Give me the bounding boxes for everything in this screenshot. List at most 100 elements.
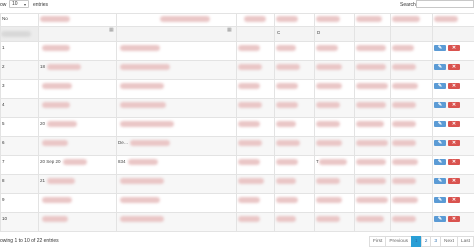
column-header-debit[interactable] bbox=[314, 13, 355, 27]
pagination: First Previous 1 2 3 Next Last bbox=[369, 236, 474, 248]
cell-debit bbox=[314, 60, 355, 80]
edit-button[interactable]: ✎ bbox=[434, 159, 446, 165]
cell-no: 9 bbox=[0, 193, 39, 213]
table-row[interactable]: 6 De… ✎ ✕ bbox=[0, 136, 474, 156]
table-row[interactable]: 10 ✎ ✕ bbox=[0, 212, 474, 232]
cell-no: 1 bbox=[0, 41, 39, 61]
edit-button[interactable]: ✎ bbox=[434, 121, 446, 127]
close-icon: ✕ bbox=[451, 158, 457, 165]
table-row[interactable]: 8 21 ✎ ✕ bbox=[0, 174, 474, 194]
delete-button[interactable]: ✕ bbox=[448, 197, 460, 203]
column-header-no[interactable]: No bbox=[0, 13, 39, 27]
filter-cell-amount[interactable] bbox=[236, 26, 275, 42]
cell-amount bbox=[236, 136, 275, 156]
edit-button[interactable]: ✎ bbox=[434, 64, 446, 70]
cell-extra bbox=[390, 60, 433, 80]
cell-balance bbox=[354, 174, 391, 194]
pencil-icon: ✎ bbox=[437, 139, 443, 146]
delete-button[interactable]: ✕ bbox=[448, 159, 460, 165]
cell-actions: ✎ ✕ bbox=[432, 155, 474, 175]
column-header-description[interactable] bbox=[116, 13, 237, 27]
filter-row: ▦ ▦ C D bbox=[0, 26, 474, 42]
edit-button[interactable]: ✎ bbox=[434, 140, 446, 146]
edit-button[interactable]: ✎ bbox=[434, 83, 446, 89]
cell-debit bbox=[314, 98, 355, 118]
cell-amount bbox=[236, 60, 275, 80]
cell-date bbox=[38, 212, 117, 232]
filter-cell-balance[interactable] bbox=[354, 26, 391, 42]
delete-button[interactable]: ✕ bbox=[448, 140, 460, 146]
calendar-icon: ▦ bbox=[227, 27, 232, 34]
cell-balance bbox=[354, 193, 391, 213]
cell-amount bbox=[236, 193, 275, 213]
cell-no: 3 bbox=[0, 79, 39, 99]
cell-debit: T bbox=[314, 155, 355, 175]
cell-extra bbox=[390, 41, 433, 61]
table-row[interactable]: 9 ✎ ✕ bbox=[0, 193, 474, 213]
pencil-icon: ✎ bbox=[437, 82, 443, 89]
cell-no: 2 bbox=[0, 60, 39, 80]
cell-date bbox=[38, 41, 117, 61]
table-row[interactable]: 2 18 ✎ ✕ bbox=[0, 60, 474, 80]
cell-extra bbox=[390, 155, 433, 175]
cell-amount bbox=[236, 155, 275, 175]
cell-debit bbox=[314, 79, 355, 99]
pencil-icon: ✎ bbox=[437, 215, 443, 222]
cell-balance bbox=[354, 79, 391, 99]
cell-amount bbox=[236, 41, 275, 61]
page-button-next[interactable]: Next bbox=[440, 236, 458, 247]
delete-button[interactable]: ✕ bbox=[448, 102, 460, 108]
edit-button[interactable]: ✎ bbox=[434, 197, 446, 203]
filter-cell-description[interactable]: ▦ bbox=[116, 26, 237, 42]
table-row[interactable]: 7 20 Sep 20 834 T ✎ ✕ bbox=[0, 155, 474, 175]
column-header-credit[interactable] bbox=[274, 13, 315, 27]
table-row[interactable]: 5 20 ✎ ✕ bbox=[0, 117, 474, 137]
cell-extra bbox=[390, 212, 433, 232]
column-header-extra[interactable] bbox=[390, 13, 433, 27]
cell-balance bbox=[354, 155, 391, 175]
delete-button[interactable]: ✕ bbox=[448, 121, 460, 127]
cell-amount bbox=[236, 98, 275, 118]
filter-cell-debit[interactable]: D bbox=[314, 26, 355, 42]
edit-button[interactable]: ✎ bbox=[434, 102, 446, 108]
cell-date: 18 bbox=[38, 60, 117, 80]
edit-button[interactable]: ✎ bbox=[434, 216, 446, 222]
page-button-previous[interactable]: Previous bbox=[385, 236, 413, 247]
delete-button[interactable]: ✕ bbox=[448, 216, 460, 222]
cell-description bbox=[116, 174, 237, 194]
filter-cell-no[interactable] bbox=[0, 26, 39, 42]
delete-button[interactable]: ✕ bbox=[448, 178, 460, 184]
column-header-amount[interactable] bbox=[236, 13, 275, 27]
cell-actions: ✎ ✕ bbox=[432, 136, 474, 156]
edit-button[interactable]: ✎ bbox=[434, 178, 446, 184]
column-header-balance[interactable] bbox=[354, 13, 391, 27]
cell-no: 5 bbox=[0, 117, 39, 137]
filter-cell-credit[interactable]: C bbox=[274, 26, 315, 42]
page-length-select[interactable]: 10 ▾ bbox=[9, 0, 29, 8]
cell-balance bbox=[354, 41, 391, 61]
delete-button[interactable]: ✕ bbox=[448, 83, 460, 89]
cell-date: 20 bbox=[38, 117, 117, 137]
page-button-last[interactable]: Last bbox=[456, 236, 474, 247]
cell-credit bbox=[274, 60, 315, 80]
column-header-date[interactable] bbox=[38, 13, 117, 27]
page-button-first[interactable]: First bbox=[369, 236, 387, 247]
cell-actions: ✎ ✕ bbox=[432, 79, 474, 99]
cell-credit bbox=[274, 212, 315, 232]
filter-cell-extra[interactable] bbox=[390, 26, 433, 42]
pencil-icon: ✎ bbox=[437, 196, 443, 203]
table-row[interactable]: 3 ✎ ✕ bbox=[0, 79, 474, 99]
table-row[interactable]: 4 ✎ ✕ bbox=[0, 98, 474, 118]
delete-button[interactable]: ✕ bbox=[448, 64, 460, 70]
filter-cell-date[interactable]: ▦ bbox=[38, 26, 117, 42]
search-input[interactable] bbox=[416, 0, 474, 8]
table-row[interactable]: 1 ✎ ✕ bbox=[0, 41, 474, 61]
pencil-icon: ✎ bbox=[437, 120, 443, 127]
cell-debit bbox=[314, 136, 355, 156]
cell-credit bbox=[274, 193, 315, 213]
delete-button[interactable]: ✕ bbox=[448, 45, 460, 51]
cell-debit bbox=[314, 212, 355, 232]
cell-amount bbox=[236, 117, 275, 137]
header-row: No bbox=[0, 13, 474, 27]
edit-button[interactable]: ✎ bbox=[434, 45, 446, 51]
